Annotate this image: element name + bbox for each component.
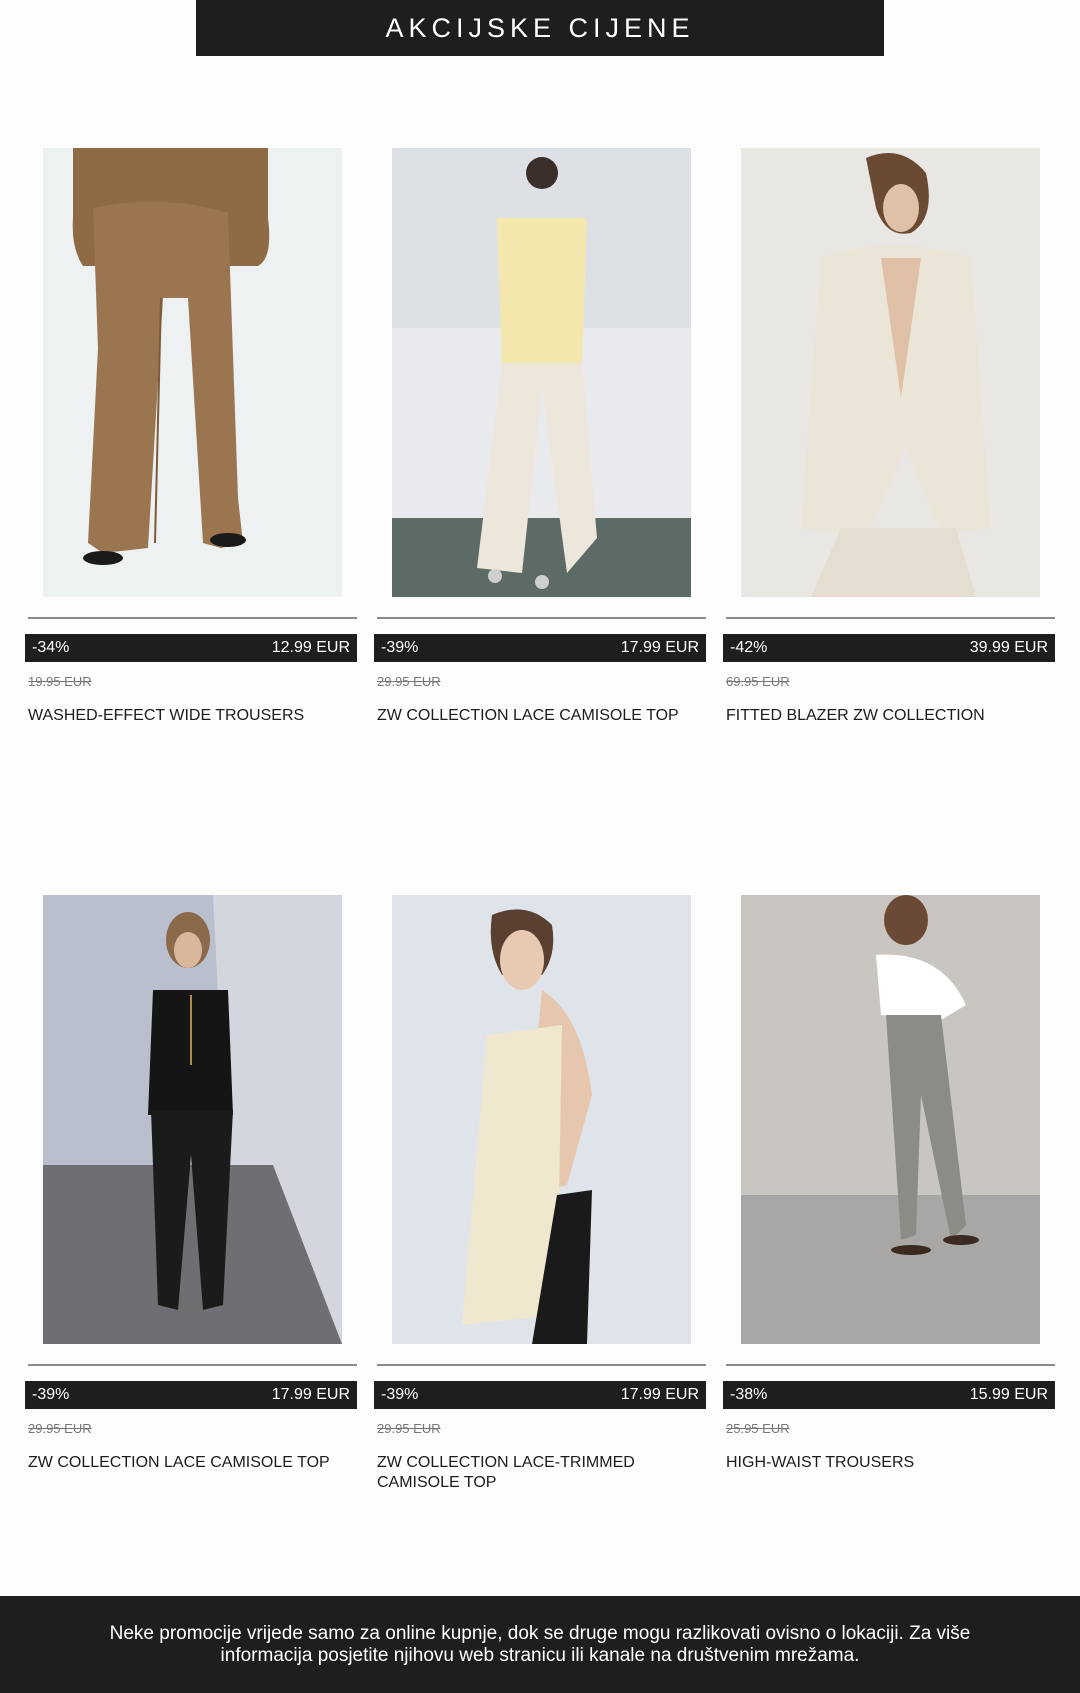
product-name[interactable]: HIGH-WAIST TROUSERS xyxy=(726,1453,1046,1473)
sale-price: 17.99 EUR xyxy=(620,639,699,656)
original-price: 69.95 EUR xyxy=(726,674,790,689)
disclaimer-text: Neke promocije vrijede samo za online ku… xyxy=(109,1622,971,1666)
discount-badge: -39% xyxy=(381,639,419,656)
product-image[interactable] xyxy=(43,895,342,1344)
product-image[interactable] xyxy=(741,895,1040,1344)
divider xyxy=(726,617,1055,619)
sale-price: 17.99 EUR xyxy=(271,1386,350,1403)
original-price: 19.95 EUR xyxy=(28,674,92,689)
discount-badge: -34% xyxy=(32,639,70,656)
original-price: 29.95 EUR xyxy=(28,1421,92,1436)
product-image[interactable] xyxy=(392,148,691,597)
price-bar: -39% 17.99 EUR xyxy=(25,1381,357,1409)
footer-disclaimer: Neke promocije vrijede samo za online ku… xyxy=(0,1596,1080,1693)
product-name[interactable]: WASHED-EFFECT WIDE TROUSERS xyxy=(28,706,348,726)
discount-badge: -38% xyxy=(730,1386,768,1403)
sale-price: 17.99 EUR xyxy=(620,1386,699,1403)
price-bar: -39% 17.99 EUR xyxy=(374,1381,706,1409)
original-price: 25.95 EUR xyxy=(726,1421,790,1436)
price-bar: -38% 15.99 EUR xyxy=(723,1381,1055,1409)
divider xyxy=(377,617,706,619)
discount-badge: -42% xyxy=(730,639,768,656)
divider xyxy=(377,1364,706,1366)
sale-price: 12.99 EUR xyxy=(271,639,350,656)
divider xyxy=(28,1364,357,1366)
product-name[interactable]: FITTED BLAZER ZW COLLECTION xyxy=(726,706,1046,726)
original-price: 29.95 EUR xyxy=(377,1421,441,1436)
divider xyxy=(28,617,357,619)
original-price: 29.95 EUR xyxy=(377,674,441,689)
sale-price: 15.99 EUR xyxy=(969,1386,1048,1403)
sale-price: 39.99 EUR xyxy=(969,639,1048,656)
price-bar: -39% 17.99 EUR xyxy=(374,634,706,662)
banner-title: AKCIJSKE CIJENE xyxy=(385,12,695,43)
product-image[interactable] xyxy=(392,895,691,1344)
product-image[interactable] xyxy=(741,148,1040,597)
discount-badge: -39% xyxy=(32,1386,70,1403)
price-bar: -34% 12.99 EUR xyxy=(25,634,357,662)
product-name[interactable]: ZW COLLECTION LACE-TRIMMED CAMISOLE TOP xyxy=(377,1453,697,1493)
product-image[interactable] xyxy=(43,148,342,597)
promo-banner: AKCIJSKE CIJENE xyxy=(196,0,884,56)
product-name[interactable]: ZW COLLECTION LACE CAMISOLE TOP xyxy=(28,1453,348,1473)
price-bar: -42% 39.99 EUR xyxy=(723,634,1055,662)
discount-badge: -39% xyxy=(381,1386,419,1403)
divider xyxy=(726,1364,1055,1366)
product-name[interactable]: ZW COLLECTION LACE CAMISOLE TOP xyxy=(377,706,697,726)
